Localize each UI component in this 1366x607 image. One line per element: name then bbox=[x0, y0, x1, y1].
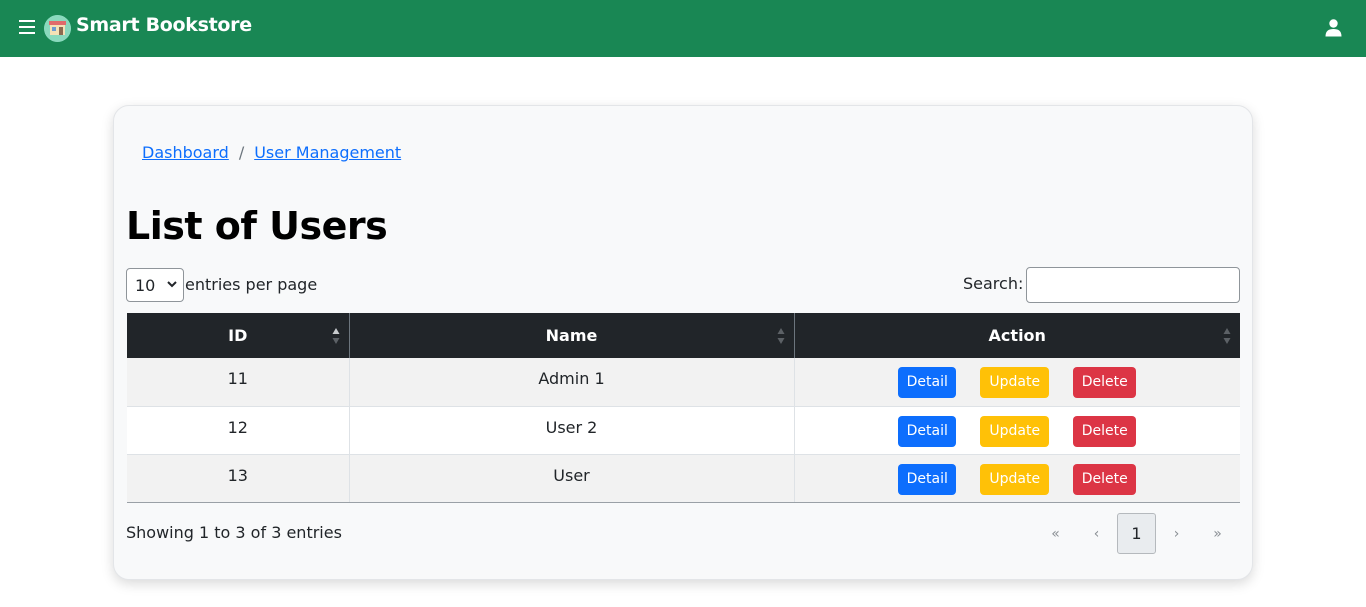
cell-name: User bbox=[349, 454, 795, 503]
breadcrumb-separator: / bbox=[238, 143, 245, 162]
pagination-previous[interactable]: ‹ bbox=[1076, 513, 1117, 554]
breadcrumb: Dashboard / User Management bbox=[142, 143, 401, 162]
pagination-next[interactable]: › bbox=[1156, 513, 1197, 554]
column-header-id-label: ID bbox=[228, 326, 248, 345]
table-row: 11 Admin 1 Detail Update Delete bbox=[127, 358, 1240, 407]
cell-id: 12 bbox=[127, 406, 350, 455]
breadcrumb-dashboard-link[interactable]: Dashboard bbox=[142, 143, 229, 162]
sort-ascending-icon bbox=[332, 328, 339, 344]
update-button[interactable]: Update bbox=[980, 463, 1050, 495]
entries-per-page-select[interactable]: 10 bbox=[126, 268, 184, 302]
brand-name[interactable]: Smart Bookstore bbox=[76, 14, 252, 36]
column-header-action-label: Action bbox=[988, 326, 1046, 345]
pagination: « ‹ 1 › » bbox=[1035, 513, 1238, 554]
detail-button[interactable]: Detail bbox=[898, 415, 957, 447]
chevron-down-icon bbox=[167, 281, 177, 288]
users-table: ID Name Action 11 Admin 1 Detail Update … bbox=[127, 313, 1240, 503]
cell-actions: Detail Update Delete bbox=[794, 358, 1240, 407]
detail-button[interactable]: Detail bbox=[898, 367, 957, 398]
cell-actions: Detail Update Delete bbox=[794, 406, 1240, 455]
update-button[interactable]: Update bbox=[980, 367, 1050, 398]
entries-select-value: 10 bbox=[135, 275, 156, 295]
entries-info: Showing 1 to 3 of 3 entries bbox=[126, 523, 342, 542]
cell-name: Admin 1 bbox=[349, 358, 795, 407]
pagination-first[interactable]: « bbox=[1035, 513, 1076, 554]
table-row: 12 User 2 Detail Update Delete bbox=[127, 406, 1240, 455]
table-row: 13 User Detail Update Delete bbox=[127, 454, 1240, 503]
column-header-action[interactable]: Action bbox=[794, 313, 1240, 358]
column-header-name[interactable]: Name bbox=[349, 313, 795, 358]
column-header-name-label: Name bbox=[545, 326, 598, 345]
cell-id: 13 bbox=[127, 454, 350, 503]
search-input[interactable] bbox=[1026, 267, 1240, 303]
update-button[interactable]: Update bbox=[980, 415, 1050, 447]
page-title: List of Users bbox=[126, 204, 388, 248]
user-icon[interactable] bbox=[1325, 19, 1342, 37]
sort-icon bbox=[1223, 328, 1231, 344]
delete-button[interactable]: Delete bbox=[1073, 463, 1137, 495]
bookstore-logo-icon bbox=[44, 15, 71, 42]
top-navbar: Smart Bookstore bbox=[0, 0, 1366, 57]
delete-button[interactable]: Delete bbox=[1073, 415, 1137, 447]
hamburger-icon[interactable] bbox=[19, 20, 35, 36]
breadcrumb-user-management-link[interactable]: User Management bbox=[254, 143, 401, 162]
pagination-page-current[interactable]: 1 bbox=[1117, 513, 1156, 554]
search-label: Search: bbox=[963, 274, 1024, 293]
cell-actions: Detail Update Delete bbox=[794, 454, 1240, 503]
cell-id: 11 bbox=[127, 358, 350, 407]
pagination-last[interactable]: » bbox=[1197, 513, 1238, 554]
sort-icon bbox=[777, 328, 784, 344]
cell-name: User 2 bbox=[349, 406, 795, 455]
entries-per-page-label: entries per page bbox=[185, 275, 318, 294]
column-header-id[interactable]: ID bbox=[127, 313, 350, 358]
delete-button[interactable]: Delete bbox=[1073, 367, 1137, 398]
detail-button[interactable]: Detail bbox=[898, 463, 957, 495]
